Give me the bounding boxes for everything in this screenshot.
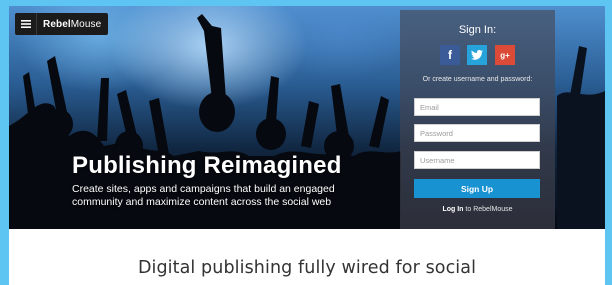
page-frame: Rebel Mouse Publishing Reimagined Create …: [9, 6, 605, 285]
brand-name-bold: Rebel: [43, 18, 71, 30]
google-plus-glyph: g+: [500, 50, 510, 60]
username-field[interactable]: [414, 151, 540, 169]
top-bar: Rebel Mouse: [15, 13, 109, 35]
page-tagline: Digital publishing fully wired for socia…: [137, 258, 477, 278]
log-in-suffix: to RebelMouse: [465, 206, 513, 213]
create-account-hint: Or create username and password:: [422, 76, 533, 83]
google-plus-icon[interactable]: g+: [495, 45, 515, 65]
hero-headline: Publishing Reimagined: [72, 152, 342, 179]
password-field[interactable]: [414, 124, 540, 142]
login-line: Log In to RebelMouse: [400, 206, 555, 213]
twitter-bird-icon: [471, 50, 483, 60]
hero-banner: Rebel Mouse Publishing Reimagined Create …: [9, 6, 605, 229]
hero-subheadline: Create sites, apps and campaigns that bu…: [72, 183, 335, 208]
facebook-icon[interactable]: f: [440, 45, 460, 65]
facebook-glyph: f: [448, 48, 452, 62]
hamburger-menu-icon[interactable]: [15, 13, 37, 35]
brand-logo[interactable]: Rebel Mouse: [37, 13, 108, 35]
twitter-icon[interactable]: [467, 45, 487, 65]
sign-in-title: Sign In:: [458, 24, 497, 36]
brand-name-light: Mouse: [70, 18, 102, 30]
sign-up-button[interactable]: Sign Up: [414, 179, 540, 198]
email-field[interactable]: [414, 98, 540, 116]
sign-in-panel: Sign In: f g+ Or create username and pas…: [400, 10, 555, 229]
log-in-link[interactable]: Log In: [442, 206, 463, 213]
